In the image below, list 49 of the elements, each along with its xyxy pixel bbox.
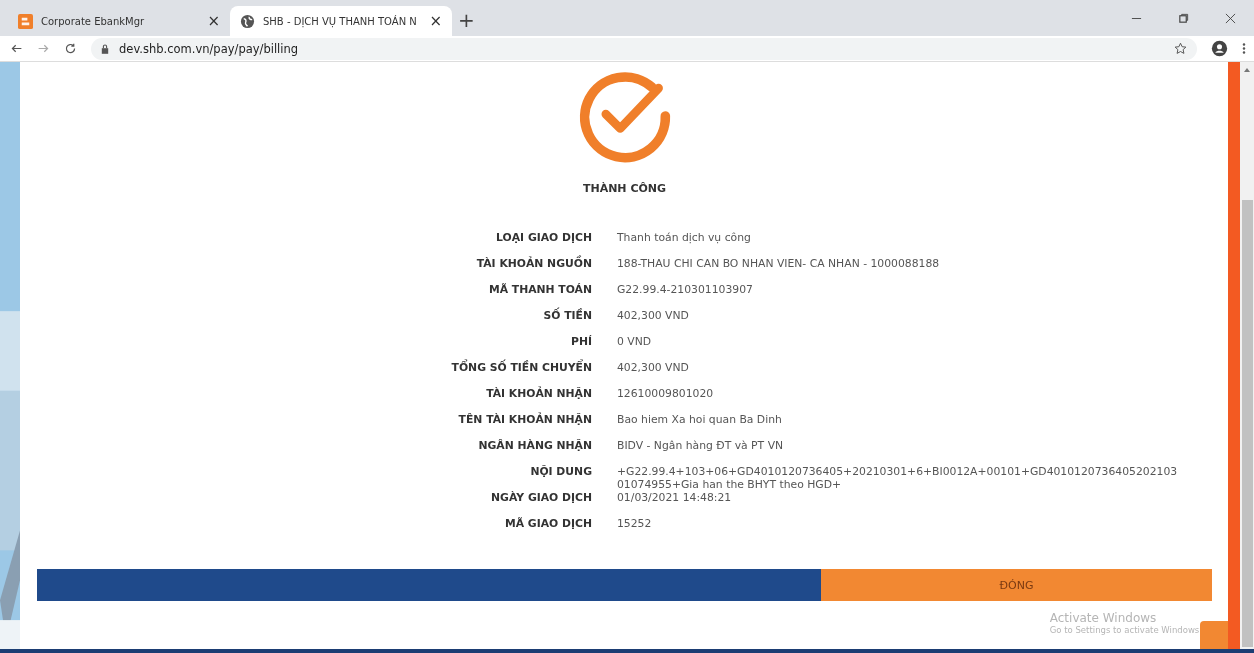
field-value: 01/03/2021 14:48:21	[617, 491, 733, 506]
scroll-up-icon[interactable]	[1244, 68, 1250, 72]
new-tab-button[interactable]: +	[458, 8, 475, 32]
field-value: +G22.99.4+103+06+GD4010120736405+20210301+6+BI0012A+00101+GD4010120736405202103 01074955+Gia han the BHYT theo HGD+	[617, 465, 1179, 491]
scrollbar[interactable]	[1240, 62, 1254, 649]
activation-hint: Go to Settings to activate Windows.	[1049, 625, 1202, 635]
globe-icon	[240, 13, 255, 29]
field-label: TÊN TÀI KHOẢN NHẬN	[457, 413, 592, 428]
browser-tab[interactable]: SHB - DỊCH VỤ THANH TOÁN N ×	[230, 6, 452, 36]
field-value: G22.99.4-210301103907	[617, 283, 754, 298]
field-value: 15252	[617, 517, 653, 532]
close-icon[interactable]: ×	[429, 12, 442, 30]
reload-icon[interactable]	[64, 42, 77, 55]
tab-title: Corporate EbankMgr	[41, 15, 146, 27]
field-label: LOẠI GIAO DỊCH	[495, 231, 592, 246]
address-bar[interactable]: dev.shb.com.vn/pay/pay/billing	[91, 37, 1197, 60]
close-icon[interactable]: ×	[207, 12, 220, 30]
star-icon[interactable]	[1174, 42, 1187, 55]
field-label: TÀI KHOẢN NGUỒN	[475, 257, 592, 272]
field-value: BIDV - Ngân hàng ĐT và PT VN	[617, 439, 785, 454]
scrollbar-thumb[interactable]	[1242, 200, 1253, 647]
field-label: SỐ TIỀN	[542, 309, 592, 324]
profile-icon[interactable]	[1211, 40, 1228, 57]
field-label: MÃ GIAO DỊCH	[504, 517, 592, 532]
field-label: NGÀY GIAO DỊCH	[490, 491, 592, 506]
browser-tab[interactable]: Corporate EbankMgr ×	[8, 6, 230, 36]
logo-icon	[18, 13, 33, 29]
field-label: NGÂN HÀNG NHẬN	[477, 439, 592, 454]
field-label: PHÍ	[570, 335, 592, 350]
field-value: 12610009801020	[617, 387, 715, 402]
close-icon[interactable]	[1225, 13, 1236, 24]
field-label: NỘI DUNG	[529, 465, 592, 480]
close-button[interactable]: ĐÓNG	[821, 569, 1212, 601]
field-label: TỔNG SỐ TIỀN CHUYỂN	[450, 361, 592, 376]
field-value: Thanh toán dịch vụ công	[617, 231, 752, 246]
field-label: TÀI KHOẢN NHẬN	[485, 387, 592, 402]
field-value: 188-THAU CHI CAN BO NHAN VIEN- CA NHAN - 1000088188	[617, 257, 941, 272]
status-title: THÀNH CÔNG	[582, 182, 667, 195]
back-icon[interactable]	[10, 42, 23, 55]
field-value: 402,300 VND	[617, 309, 690, 324]
menu-icon[interactable]	[1242, 42, 1246, 55]
lock-icon	[101, 43, 109, 54]
field-value: 402,300 VND	[617, 361, 690, 376]
field-value: Bao hiem Xa hoi quan Ba Dinh	[617, 413, 783, 428]
field-label: MÃ THANH TOÁN	[487, 283, 592, 298]
activation-notice: Activate Windows	[1049, 611, 1158, 625]
restore-icon[interactable]	[1178, 13, 1189, 24]
tab-title: SHB - DỊCH VỤ THANH TOÁN N	[263, 15, 418, 27]
field-value: 0 VND	[617, 335, 653, 350]
